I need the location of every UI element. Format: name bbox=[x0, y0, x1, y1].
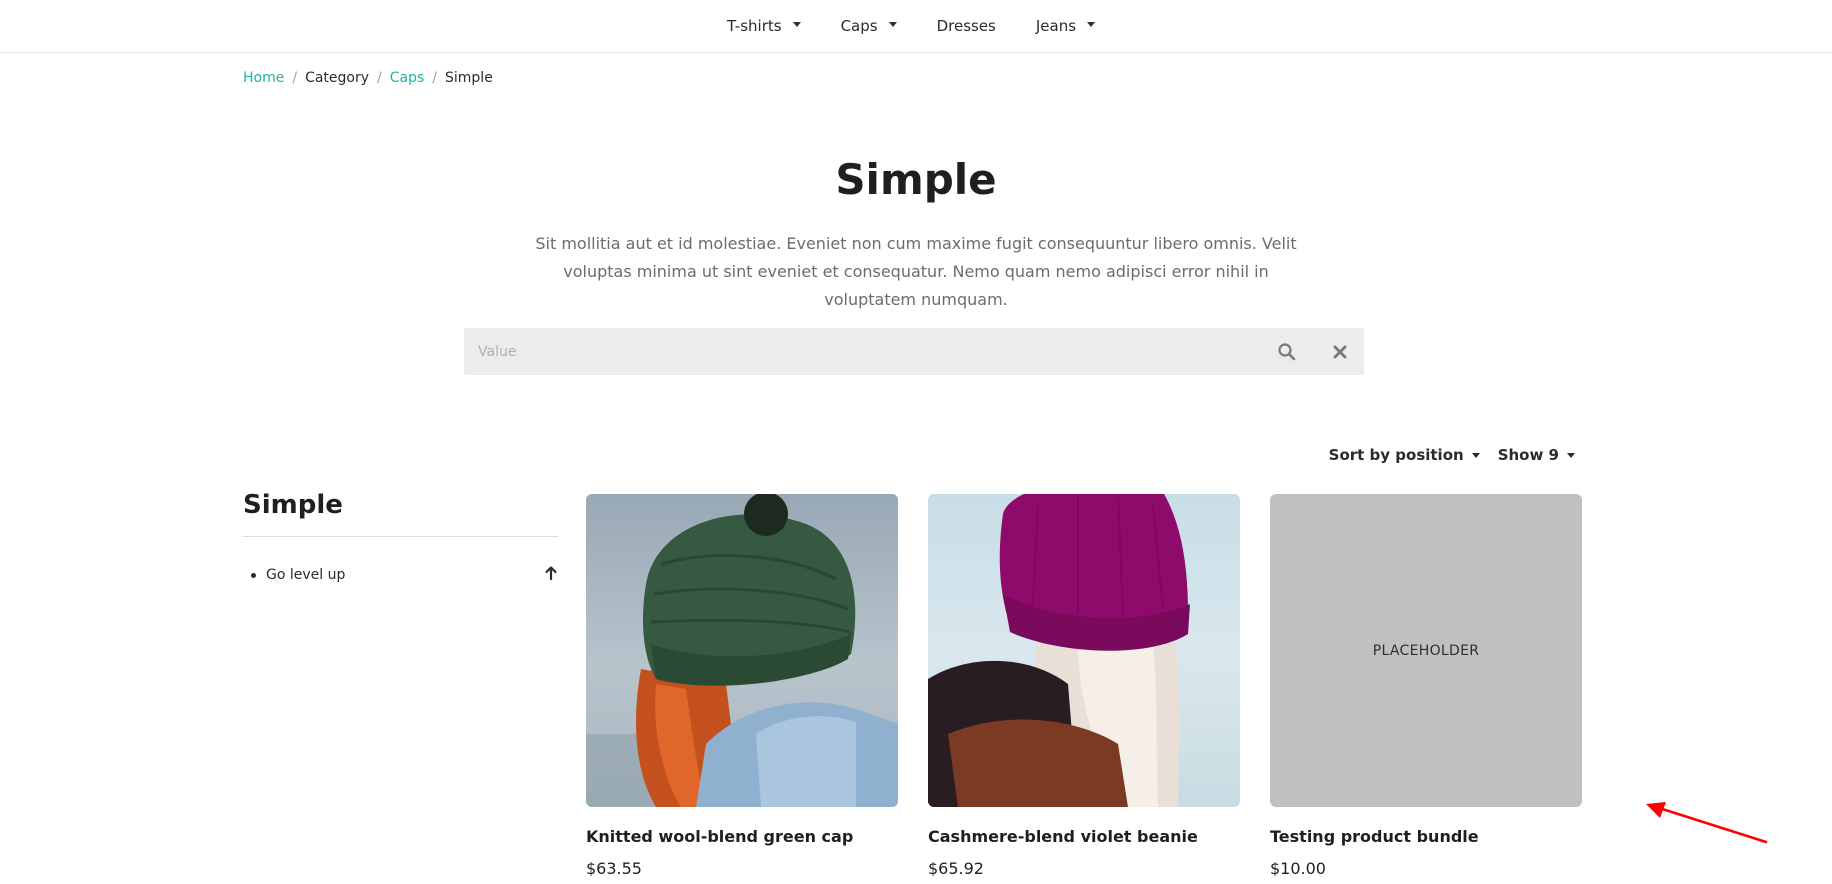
product-name[interactable]: Testing product bundle bbox=[1270, 827, 1582, 846]
breadcrumb-separator: / bbox=[292, 70, 298, 86]
breadcrumb-separator: / bbox=[377, 70, 382, 86]
product-grid: Knitted wool-blend green cap $63.55 Cash… bbox=[586, 494, 1584, 878]
product-price: $10.00 bbox=[1270, 859, 1326, 878]
product-name[interactable]: Cashmere-blend violet beanie bbox=[928, 827, 1240, 846]
nav-item-label: Dresses bbox=[936, 17, 996, 35]
sidebar-item-go-level-up[interactable]: Go level up bbox=[243, 565, 558, 585]
nav-item-label: Caps bbox=[840, 17, 878, 35]
page-title: Simple bbox=[835, 155, 997, 204]
breadcrumb-caps-link[interactable]: Caps bbox=[390, 70, 425, 86]
product-image[interactable] bbox=[928, 494, 1240, 807]
green-cap-photo bbox=[586, 494, 898, 807]
chevron-down-icon bbox=[1087, 22, 1096, 27]
product-card[interactable]: PLACEHOLDER Testing product bundle $10.0… bbox=[1270, 494, 1582, 878]
sort-dropdown[interactable]: Sort by position bbox=[1329, 446, 1480, 464]
product-image[interactable] bbox=[586, 494, 898, 807]
placeholder-text: PLACEHOLDER bbox=[1372, 642, 1480, 659]
violet-beanie-photo bbox=[928, 494, 1190, 807]
nav-item-dresses[interactable]: Dresses bbox=[937, 17, 996, 35]
arrow-up-icon bbox=[544, 565, 558, 585]
show-count-dropdown[interactable]: Show 9 bbox=[1498, 446, 1575, 464]
nav-item-label: Jeans bbox=[1035, 17, 1077, 35]
show-count-label: Show 9 bbox=[1497, 446, 1559, 464]
nav-items: T-shirts Caps Dresses Jeans bbox=[727, 0, 1135, 52]
search-bar bbox=[464, 328, 1364, 375]
sort-label: Sort by position bbox=[1328, 446, 1464, 464]
breadcrumb: Home / Category / Caps / Simple bbox=[243, 70, 493, 86]
sidebar-list: Go level up bbox=[243, 565, 558, 585]
breadcrumb-current: Simple bbox=[445, 70, 493, 86]
sidebar-title: Simple bbox=[243, 490, 558, 537]
listing-toolbar: Sort by position Show 9 bbox=[1311, 446, 1575, 464]
product-price: $65.92 bbox=[928, 859, 984, 878]
nav-item-caps[interactable]: Caps bbox=[841, 17, 897, 35]
sidebar-item-content: Go level up bbox=[243, 567, 345, 583]
close-icon[interactable] bbox=[1330, 342, 1350, 362]
breadcrumb-home-link[interactable]: Home bbox=[243, 70, 284, 86]
chevron-down-icon bbox=[888, 22, 897, 27]
category-description: Sit mollitia aut et id molestiae. Evenie… bbox=[535, 234, 1297, 309]
product-card[interactable]: Cashmere-blend violet beanie $65.92 bbox=[928, 494, 1240, 878]
breadcrumb-category: Category bbox=[305, 70, 370, 86]
chevron-down-icon bbox=[1567, 452, 1575, 458]
product-name[interactable]: Knitted wool-blend green cap bbox=[586, 827, 898, 846]
chevron-down-icon bbox=[1471, 452, 1480, 458]
search-icon[interactable] bbox=[1277, 342, 1297, 362]
nav-item-jeans[interactable]: Jeans bbox=[1035, 17, 1096, 35]
product-image-placeholder[interactable]: PLACEHOLDER bbox=[1270, 494, 1582, 807]
product-card[interactable]: Knitted wool-blend green cap $63.55 bbox=[586, 494, 898, 878]
search-input[interactable] bbox=[478, 328, 1258, 375]
sidebar-item-label: Go level up bbox=[266, 567, 346, 583]
bullet-icon bbox=[251, 572, 256, 578]
category-sidebar: Simple Go level up bbox=[243, 490, 558, 585]
top-navigation: T-shirts Caps Dresses Jeans bbox=[0, 0, 1832, 53]
product-price: $63.55 bbox=[586, 859, 642, 878]
nav-item-label: T-shirts bbox=[727, 17, 782, 35]
nav-item-tshirts[interactable]: T-shirts bbox=[727, 17, 801, 35]
chevron-down-icon bbox=[792, 22, 801, 27]
annotation-arrow-icon bbox=[1646, 802, 1768, 844]
breadcrumb-separator: / bbox=[432, 70, 437, 86]
